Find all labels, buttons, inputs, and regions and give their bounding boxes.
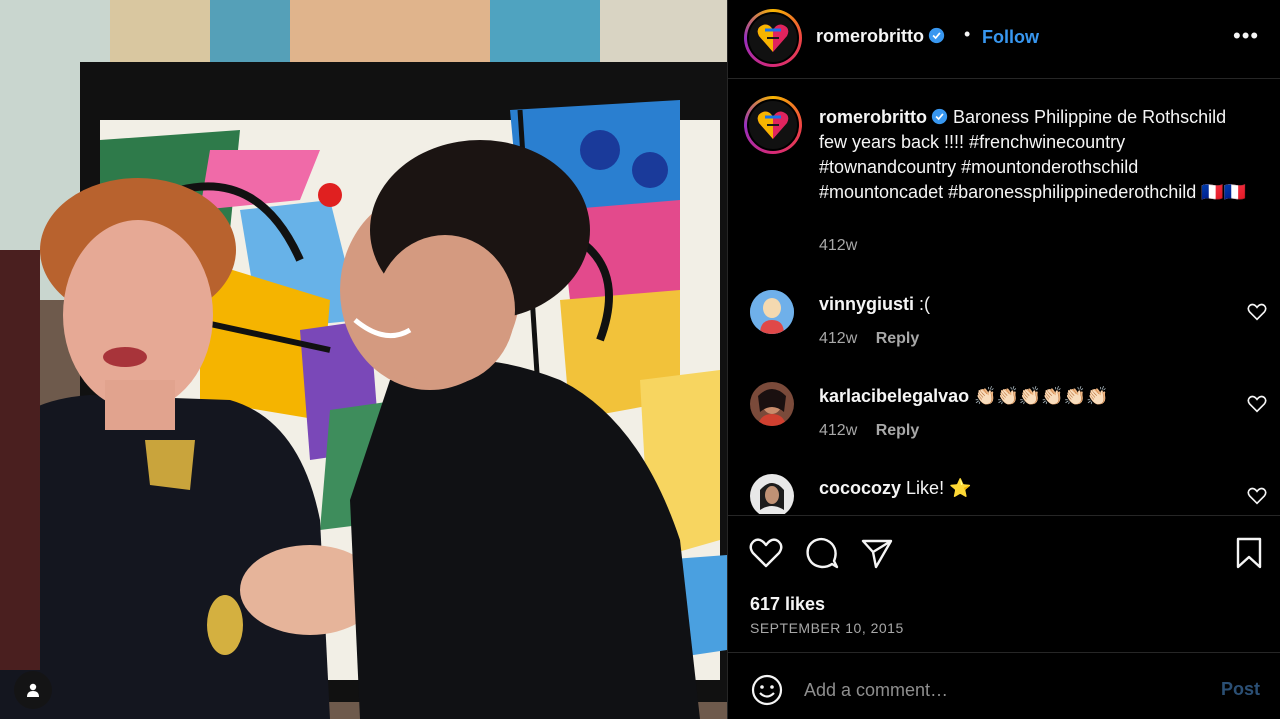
post-comment-button[interactable]: Post xyxy=(1221,679,1260,700)
comment-text: :( xyxy=(919,294,931,314)
comment-item: vinnygiusti :( 412w Reply xyxy=(728,280,1280,360)
user-tag-icon xyxy=(27,683,39,697)
bookmark-icon[interactable] xyxy=(1231,535,1267,571)
share-icon[interactable] xyxy=(859,535,895,571)
comment-meta: 412w Reply xyxy=(819,330,919,348)
comment-item: cococozy Like! ⭐ xyxy=(728,464,1280,514)
emoji-icon[interactable] xyxy=(750,673,784,707)
post-photo[interactable] xyxy=(0,0,727,719)
avatar-image xyxy=(750,382,794,426)
avatar-image xyxy=(750,290,794,334)
header-username-text[interactable]: romerobritto xyxy=(816,26,924,46)
post-image xyxy=(0,0,727,719)
comment-icon[interactable] xyxy=(804,535,840,571)
user-tag-button[interactable] xyxy=(14,671,52,709)
post-header: romerobritto • Follow ••• xyxy=(728,0,1280,79)
caption-username[interactable]: romerobritto xyxy=(819,107,927,127)
post-date[interactable]: SEPTEMBER 10, 2015 xyxy=(750,620,904,636)
verified-badge-icon xyxy=(928,27,945,44)
britto-heart-logo-icon xyxy=(757,24,789,52)
post-caption: romerobritto Baroness Philippine de Roth… xyxy=(819,105,1259,205)
header-separator: • xyxy=(964,24,971,44)
comment-time[interactable]: 412w xyxy=(819,422,857,439)
add-comment-input[interactable] xyxy=(804,672,1194,708)
comment-username[interactable]: karlacibelegalvao xyxy=(819,386,969,406)
comment-like-heart-icon[interactable] xyxy=(1246,485,1268,507)
author-avatar[interactable] xyxy=(744,9,802,67)
comments-section[interactable]: romerobritto Baroness Philippine de Roth… xyxy=(728,80,1280,514)
caption-author-avatar[interactable] xyxy=(744,96,802,154)
post-actions: 617 likes SEPTEMBER 10, 2015 xyxy=(728,515,1280,653)
verified-badge-icon xyxy=(931,108,948,125)
header-username[interactable]: romerobritto xyxy=(816,26,945,47)
follow-button[interactable]: Follow xyxy=(982,27,1039,48)
commenter-avatar[interactable] xyxy=(750,290,794,334)
comment-body: karlacibelegalvao 👏🏻👏🏻👏🏻👏🏻👏🏻👏🏻 xyxy=(819,386,1109,407)
comment-body: vinnygiusti :( xyxy=(819,294,930,315)
caption-timestamp[interactable]: 412w xyxy=(819,237,857,255)
add-comment-bar: Post xyxy=(728,654,1280,719)
post-side-panel: romerobritto • Follow ••• romerobritto B… xyxy=(727,0,1280,719)
reply-button[interactable]: Reply xyxy=(876,422,920,439)
likes-count[interactable]: 617 likes xyxy=(750,594,825,615)
reply-button[interactable]: Reply xyxy=(876,330,920,347)
comment-item: karlacibelegalvao 👏🏻👏🏻👏🏻👏🏻👏🏻👏🏻 412w Repl… xyxy=(728,372,1280,452)
heart-icon[interactable] xyxy=(748,535,784,571)
comment-text: 👏🏻👏🏻👏🏻👏🏻👏🏻👏🏻 xyxy=(974,386,1109,406)
comment-time[interactable]: 412w xyxy=(819,330,857,347)
commenter-avatar[interactable] xyxy=(750,474,794,514)
comment-text: Like! ⭐ xyxy=(906,478,972,498)
more-options-icon[interactable]: ••• xyxy=(1233,25,1259,47)
avatar-image xyxy=(750,474,794,514)
comment-body: cococozy Like! ⭐ xyxy=(819,478,971,499)
comment-username[interactable]: cococozy xyxy=(819,478,901,498)
britto-heart-logo-icon xyxy=(757,111,789,139)
comment-meta: 412w Reply xyxy=(819,422,919,440)
comment-like-heart-icon[interactable] xyxy=(1246,393,1268,415)
commenter-avatar[interactable] xyxy=(750,382,794,426)
comment-like-heart-icon[interactable] xyxy=(1246,301,1268,323)
comment-username[interactable]: vinnygiusti xyxy=(819,294,914,314)
